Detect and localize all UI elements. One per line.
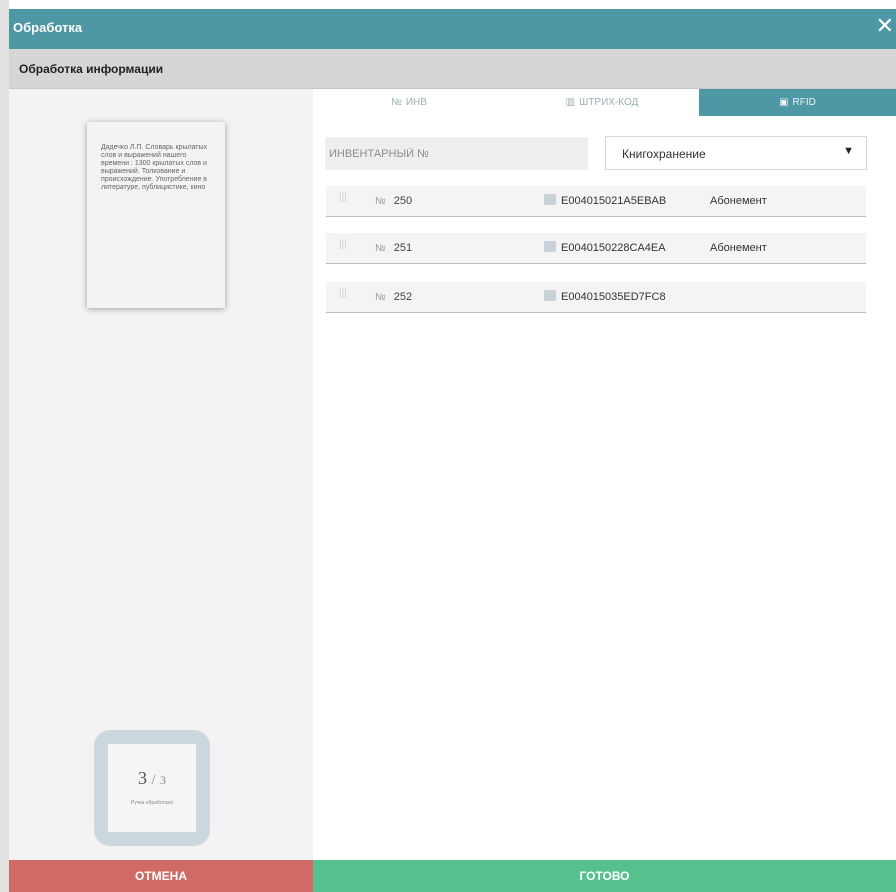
item-number-value: 250 [393, 195, 413, 207]
item-number: № 251 [375, 242, 412, 254]
dialog-titlebar: Обработка ✕ [9, 9, 896, 49]
tab-inventory-label: ИНВ [405, 97, 427, 108]
tab-rfid-label: RFID [792, 97, 816, 108]
section-title: Обработка информации [19, 62, 164, 76]
item-number-value: 251 [393, 242, 413, 254]
processed-counter: 3 / 3 Ручка обработано [94, 730, 210, 846]
rfid-chip-icon [544, 241, 556, 252]
window-edge [0, 0, 9, 892]
barcode-icon: ||| [339, 288, 347, 299]
item-location: Абонемент [710, 242, 767, 254]
counter-inner: 3 / 3 Ручка обработано [108, 744, 196, 832]
barcode-icon: ▥ [565, 97, 576, 108]
item-number: № 252 [375, 291, 412, 303]
number-sign: № [375, 196, 386, 207]
counter-value: 3 / 3 [108, 768, 196, 789]
tab-barcode[interactable]: ▥ ШТРИХ-КОД [505, 89, 699, 116]
processing-panel: №ИНВ ▥ШТРИХ-КОД ▣RFID Книгохранение ▼ ||… [313, 89, 896, 860]
tab-inventory[interactable]: № ИНВ [313, 89, 505, 116]
mode-tabs: № ИНВ ▥ ШТРИХ-КОД ▣ RFID [313, 89, 896, 116]
chevron-down-icon: ▼ [843, 145, 854, 157]
number-sign: № [375, 292, 386, 303]
inventory-number-input[interactable] [325, 137, 588, 170]
item-rfid: E004015021A5EBAB [561, 195, 667, 207]
counter-current: 3 [138, 768, 148, 788]
section-header: Обработка информации [9, 49, 896, 89]
done-button[interactable]: ГОТОВО [313, 860, 896, 892]
number-sign: № [375, 243, 386, 254]
action-bar: ОТМЕНА ГОТОВО [0, 860, 896, 892]
book-description: Дядечко Л.П. Словарь крылатых слов и выр… [101, 144, 208, 191]
tab-barcode-label: ШТРИХ-КОД [579, 97, 639, 108]
item-number-value: 252 [393, 291, 413, 303]
book-card: Дядечко Л.П. Словарь крылатых слов и выр… [87, 122, 225, 308]
tab-rfid[interactable]: ▣ RFID [699, 89, 896, 116]
storage-select[interactable]: Книгохранение ▼ [605, 136, 867, 170]
book-info-panel: Дядечко Л.П. Словарь крылатых слов и выр… [9, 89, 313, 860]
counter-total: 3 [159, 773, 166, 787]
processing-dialog: Обработка ✕ Обработка информации Дядечко… [0, 0, 896, 892]
counter-separator: / [151, 773, 156, 788]
number-sign-icon: № [391, 97, 402, 108]
rfid-chip-icon [544, 194, 556, 205]
close-icon[interactable]: ✕ [876, 15, 894, 37]
cancel-button[interactable]: ОТМЕНА [9, 860, 313, 892]
storage-select-value: Книгохранение [622, 147, 706, 161]
item-location: Абонемент [710, 195, 767, 207]
item-rfid: E004015035ED7FC8 [561, 291, 666, 303]
item-number: № 250 [375, 195, 412, 207]
barcode-icon: ||| [339, 239, 347, 250]
rfid-chip-icon: ▣ [779, 97, 789, 108]
list-item[interactable]: ||| № 252 E004015035ED7FC8 [326, 282, 866, 313]
list-item[interactable]: ||| № 250 E004015021A5EBAB Абонемент [326, 186, 866, 217]
item-rfid: E0040150228CA4EA [561, 242, 666, 254]
rfid-chip-icon [544, 290, 556, 301]
counter-caption: Ручка обработано [130, 800, 174, 806]
list-item[interactable]: ||| № 251 E0040150228CA4EA Абонемент [326, 233, 866, 264]
dialog-title: Обработка [13, 20, 83, 35]
barcode-icon: ||| [339, 192, 347, 203]
